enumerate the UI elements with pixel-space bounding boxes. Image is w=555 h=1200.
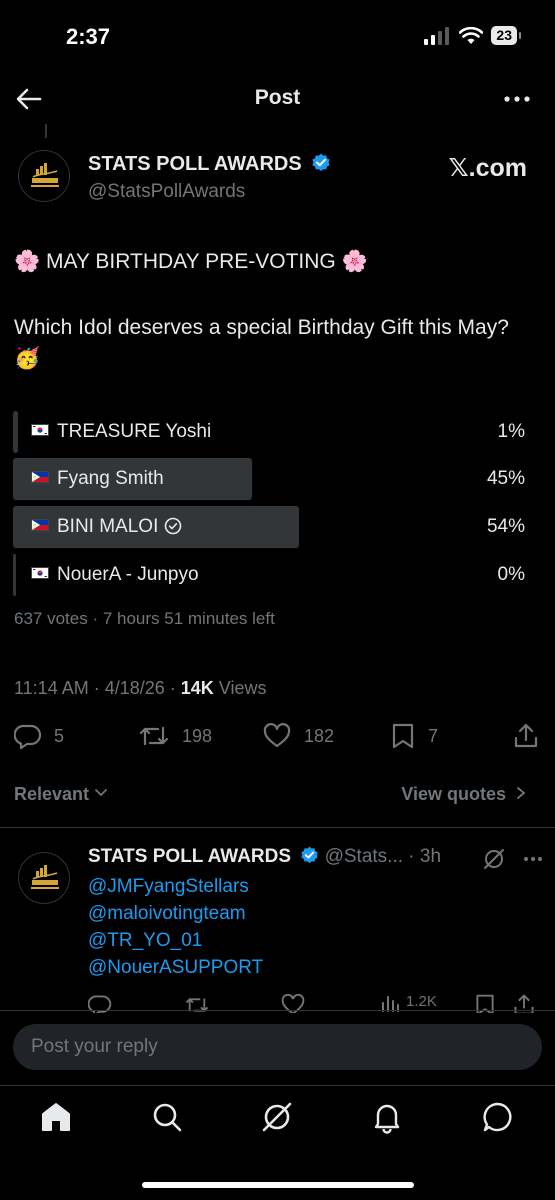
- reply-icon: [14, 724, 42, 750]
- post-timestamp: 11:14 AM · 4/18/26 · 14K Views: [14, 678, 267, 699]
- divider: [0, 1010, 555, 1011]
- battery-indicator: 23: [491, 26, 521, 45]
- avatar[interactable]: [18, 150, 70, 202]
- chevron-down-icon: [95, 789, 107, 797]
- bookmark-count: 7: [428, 725, 439, 746]
- bookmark-icon: [392, 723, 414, 749]
- poll-option-percent: 54%: [486, 516, 525, 537]
- poll-option-percent: 1%: [497, 421, 525, 442]
- messages-icon[interactable]: [481, 1100, 515, 1134]
- status-time: 2:37: [66, 24, 111, 49]
- heart-icon: [263, 723, 291, 748]
- view-quotes-label: View quotes: [401, 784, 506, 804]
- sort-replies-dropdown[interactable]: Relevant: [14, 784, 108, 805]
- reply-button[interactable]: 5: [14, 722, 64, 750]
- south-korea-flag-icon: [31, 567, 49, 579]
- author-name-row[interactable]: STATS POLL AWARDS: [88, 153, 331, 176]
- like-count: 182: [304, 725, 335, 746]
- thread-line: [45, 124, 47, 138]
- mention-link[interactable]: @TR_YO_01: [88, 930, 202, 952]
- reply-header: STATS POLL AWARDS @Stats... · 3h: [88, 846, 441, 868]
- divider: [0, 827, 555, 828]
- mention-link[interactable]: @maloivotingteam: [88, 903, 246, 925]
- like-button[interactable]: 182: [262, 722, 334, 750]
- view-quotes-link[interactable]: View quotes: [401, 784, 527, 805]
- philippines-flag-icon: [31, 471, 49, 483]
- home-indicator: [142, 1182, 414, 1188]
- author-name[interactable]: STATS POLL AWARDS: [88, 153, 302, 175]
- poll-meta: 637 votes · 7 hours 51 minutes left: [14, 609, 275, 628]
- reply-composer[interactable]: [13, 1024, 542, 1070]
- reply-views: 1.2K: [406, 993, 437, 1010]
- grok-icon[interactable]: [260, 1100, 294, 1134]
- poll-option-label: Fyang Smith: [57, 468, 164, 489]
- views-label: Views: [213, 678, 267, 698]
- poll-option-label: BINI MALOI: [57, 516, 159, 537]
- mention-link[interactable]: @JMFyangStellars: [88, 876, 249, 898]
- verified-badge-icon: [301, 846, 318, 864]
- post-headline: 🌸 MAY BIRTHDAY PRE-VOTING 🌸: [14, 250, 368, 273]
- repost-count: 198: [182, 725, 213, 746]
- reply-count: 5: [54, 725, 65, 746]
- poll-option-label: NouerA - Junpyo: [57, 564, 199, 585]
- chevron-right-icon: [517, 787, 526, 799]
- poll-result-bar: [13, 411, 19, 453]
- share-button[interactable]: [512, 722, 540, 750]
- signal-icon: [424, 26, 450, 45]
- verified-badge-icon: [312, 153, 330, 171]
- author-handle[interactable]: @StatsPollAwards: [88, 181, 245, 203]
- status-icons: 23: [423, 26, 521, 45]
- grok-icon[interactable]: [482, 847, 506, 871]
- poll-option-percent: 0%: [497, 564, 525, 585]
- poll-option[interactable]: Fyang Smith 45%: [13, 458, 525, 500]
- more-options-icon[interactable]: [501, 86, 533, 112]
- top-nav: Post: [0, 74, 555, 124]
- south-korea-flag-icon: [31, 424, 49, 436]
- more-options-icon[interactable]: [522, 848, 544, 870]
- page-title: Post: [254, 86, 301, 109]
- selected-check-icon: [165, 517, 182, 535]
- notifications-bell-icon[interactable]: [370, 1100, 404, 1134]
- stats-logo-icon: [31, 865, 59, 889]
- reply-input[interactable]: [31, 1036, 511, 1058]
- home-icon[interactable]: [39, 1100, 73, 1134]
- status-bar: 2:37 23: [0, 0, 555, 74]
- repost-icon: [139, 726, 169, 746]
- mention-link[interactable]: @NouerASUPPORT: [88, 957, 263, 979]
- post-body: Which Idol deserves a special Birthday G…: [14, 316, 509, 370]
- poll-result-bar: [13, 554, 16, 596]
- sort-label: Relevant: [14, 784, 90, 804]
- timestamp-text: 11:14 AM · 4/18/26 ·: [14, 678, 181, 698]
- reply-meta: @Stats... · 3h: [319, 846, 442, 867]
- poll-option-percent: 45%: [486, 468, 525, 489]
- stats-logo-icon: [31, 163, 59, 187]
- poll-option[interactable]: NouerA - Junpyo 0%: [13, 554, 525, 596]
- repost-button[interactable]: 198: [138, 722, 212, 750]
- views-count[interactable]: 14K: [181, 678, 214, 698]
- bookmark-button[interactable]: 7: [390, 722, 438, 750]
- wifi-icon: [459, 26, 484, 44]
- reply-author-name[interactable]: STATS POLL AWARDS: [88, 846, 291, 867]
- philippines-flag-icon: [31, 519, 49, 531]
- poll-option-label: TREASURE Yoshi: [57, 421, 212, 442]
- search-icon[interactable]: [150, 1100, 184, 1134]
- poll-option[interactable]: BINI MALOI 54%: [13, 506, 525, 548]
- poll-option[interactable]: TREASURE Yoshi 1%: [13, 411, 525, 453]
- source-label: 𝕏.com: [448, 154, 528, 182]
- reply-avatar[interactable]: [18, 852, 70, 904]
- share-icon: [514, 723, 538, 748]
